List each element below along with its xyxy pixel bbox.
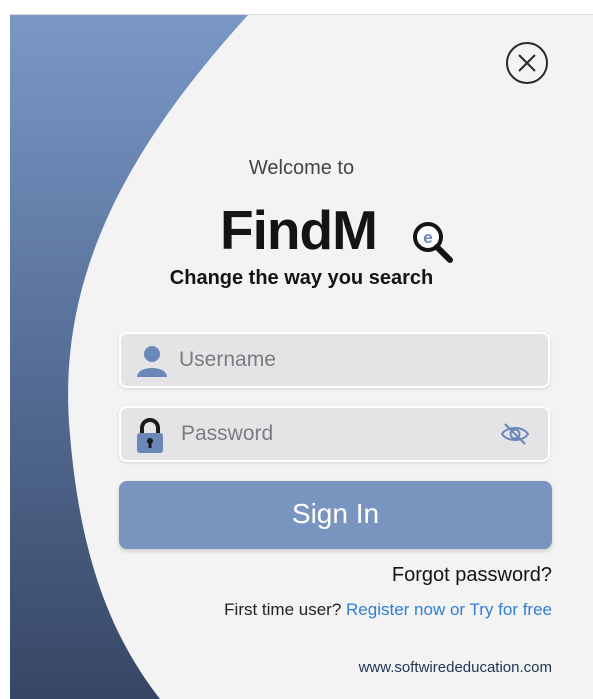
username-placeholder: Username (179, 348, 276, 371)
first-time-line: First time user? Register now or Try for… (224, 600, 552, 620)
first-time-label: First time user? (224, 600, 342, 619)
password-placeholder: Password (181, 422, 274, 445)
password-field[interactable]: Password (119, 406, 550, 462)
sign-in-button[interactable]: Sign In (119, 481, 552, 549)
logo-lens-letter: e (423, 228, 432, 247)
magnifier-icon: e (413, 222, 453, 263)
welcome-text: Welcome to (248, 157, 355, 179)
login-screen: Welcome to FindM e Change the way you se… (10, 14, 593, 699)
register-link[interactable]: Register now or Try for free (346, 600, 552, 619)
logo-text: FindM (220, 199, 378, 261)
eye-off-icon[interactable] (500, 421, 530, 447)
tagline: Change the way you search (169, 267, 434, 289)
forgot-password-link[interactable]: Forgot password? (392, 564, 552, 587)
close-icon (518, 54, 536, 72)
close-button[interactable] (506, 42, 548, 84)
website-link[interactable]: www.softwirededucation.com (359, 659, 552, 676)
user-icon (137, 346, 167, 377)
lock-icon (137, 418, 163, 453)
findme-logo: FindM e (220, 195, 460, 265)
username-field[interactable]: Username (119, 332, 550, 388)
